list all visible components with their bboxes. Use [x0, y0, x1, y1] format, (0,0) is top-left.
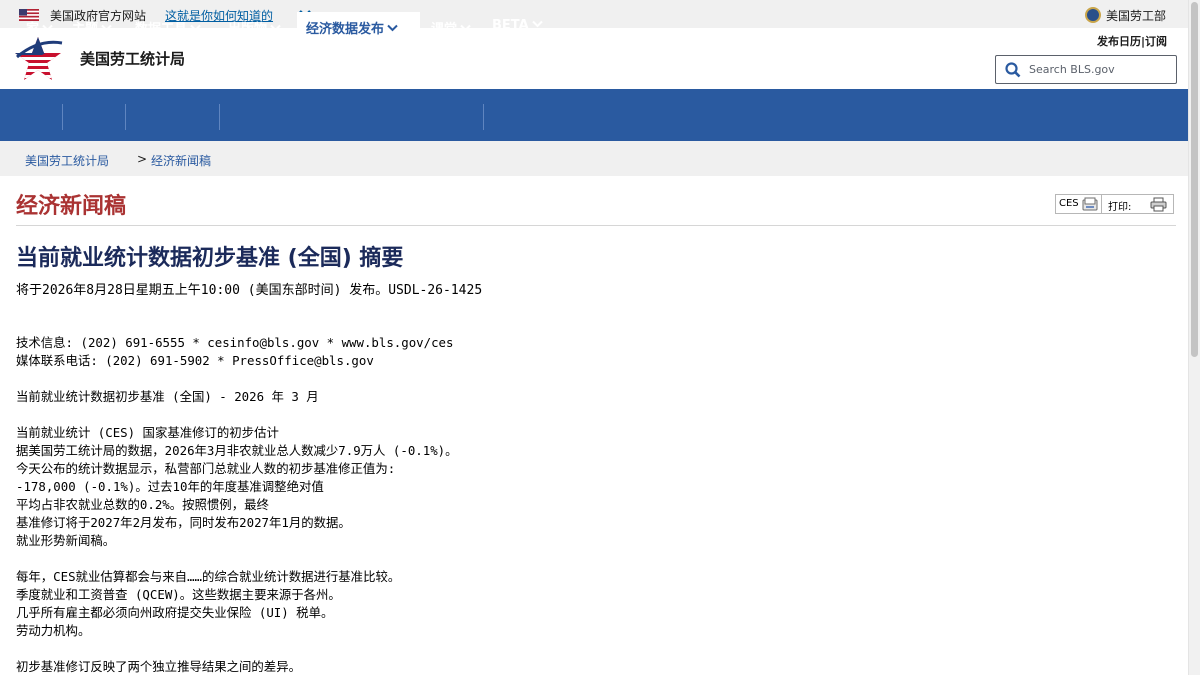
contact-media: 媒体联系电话: (202) 691-5902 * PressOffice@bls…: [16, 353, 374, 368]
body-line: 今天公布的统计数据显示，私营部门总就业人数的初步基准修正值为:: [16, 461, 396, 476]
ces-label: CES: [1059, 198, 1079, 209]
nav-item-data-tools[interactable]: 数据工具: [131, 12, 216, 40]
chevron-down-icon: [42, 24, 53, 32]
chevron-down-icon: [190, 24, 201, 32]
nav-item-beta[interactable]: BETA: [488, 12, 548, 40]
body-line: 就业形势新闻稿。: [16, 533, 116, 548]
page-scrollbar[interactable]: [1188, 0, 1200, 675]
nav-divider: [219, 104, 220, 130]
nav-item-label: 家: [26, 22, 40, 37]
chevron-down-icon: [532, 20, 543, 28]
print-label: 打印:: [1108, 202, 1132, 213]
release-calendar-subscribe-link[interactable]: 发布日历|订阅: [1097, 33, 1167, 49]
nav-item-home[interactable]: 家: [22, 12, 60, 40]
body-line: 基准修订将于2027年2月发布，同时发布2027年1月的数据。: [16, 515, 351, 530]
nav-item-label: BETA: [492, 18, 529, 33]
body-line: 每年，CES就业估算都会与来自……的综合就业统计数据进行基准比较。: [16, 569, 401, 584]
scrollbar-thumb[interactable]: [1191, 2, 1198, 357]
body-line: 几乎所有雇主都必须向州政府提交失业保险 (UI) 税单。: [16, 605, 334, 620]
chevron-down-icon: [460, 24, 471, 32]
search-input[interactable]: Search BLS.gov: [995, 55, 1177, 84]
breadcrumb-current-link[interactable]: 经济新闻稿: [151, 152, 211, 169]
chevron-down-icon: [387, 24, 398, 32]
nav-divider: [125, 104, 126, 130]
nav-item-topics[interactable]: 主题: [68, 12, 122, 40]
print-button[interactable]: 打印:: [1102, 194, 1174, 214]
body-line: -178,000 (-0.1%)。过去10年的年度基准调整绝对值: [16, 479, 324, 494]
body-line: 初步基准修订反映了两个独立推导结果之间的差异。: [16, 659, 301, 674]
printer-icon: [1150, 197, 1167, 212]
page-title: 经济新闻稿: [16, 194, 127, 219]
bls-star-logo-icon[interactable]: [12, 33, 64, 85]
release-date: 将于2026年8月28日星期五上午10:00 (美国东部时间) 发布。USDL-…: [16, 283, 483, 298]
breadcrumb-home-link[interactable]: 美国劳工统计局: [25, 152, 109, 169]
nav-item-economic-releases[interactable]: 经济数据发布: [297, 12, 420, 40]
nav-item-label: 课堂: [431, 22, 458, 37]
breadcrumb-separator: >: [137, 152, 148, 166]
dol-seal-icon: [1085, 7, 1101, 23]
contact-technical: 技术信息: (202) 691-6555 * cesinfo@bls.gov *…: [16, 335, 454, 350]
body-line: 当前就业统计数据初步基准 (全国) - 2026 年 3 月: [16, 389, 319, 404]
nav-item-label: 出版物: [228, 22, 268, 37]
body-line: 季度就业和工资普查 (QCEW)。这些数据主要来源于各州。: [16, 587, 341, 602]
search-icon[interactable]: [1005, 62, 1021, 78]
title-divider: [16, 225, 1176, 226]
nav-divider: [62, 104, 63, 130]
nav-item-label: 主题: [72, 22, 99, 37]
breadcrumb: 美国劳工统计局 > 经济新闻稿: [0, 141, 1188, 176]
dol-link[interactable]: 美国劳工部: [1106, 7, 1166, 24]
chevron-down-icon: [101, 24, 112, 32]
nav-item-label: 数据工具: [135, 22, 188, 37]
document-icon: [1082, 197, 1098, 211]
body-line: 劳动力机构。: [16, 623, 91, 638]
nav-item-publications[interactable]: 出版物: [224, 12, 294, 40]
search-placeholder: Search BLS.gov: [1029, 63, 1115, 76]
body-line: 平均占非农就业总数的0.2%。按照惯例，最终: [16, 497, 269, 512]
body-line: 当前就业统计 (CES) 国家基准修订的初步估计: [16, 425, 279, 440]
ces-pdf-button[interactable]: CES: [1055, 194, 1102, 214]
nav-divider: [483, 104, 484, 130]
chevron-down-icon: [270, 24, 281, 32]
site-title[interactable]: 美国劳工统计局: [80, 48, 185, 69]
main-nav: [0, 89, 1188, 141]
nav-item-classroom[interactable]: 课堂: [427, 12, 479, 40]
release-title: 当前就业统计数据初步基准 (全国) 摘要: [16, 246, 404, 271]
nav-item-label: 经济数据发布: [306, 22, 385, 37]
body-line: 据美国劳工统计局的数据，2026年3月非农就业总人数减少7.9万人 (-0.1%…: [16, 443, 458, 458]
